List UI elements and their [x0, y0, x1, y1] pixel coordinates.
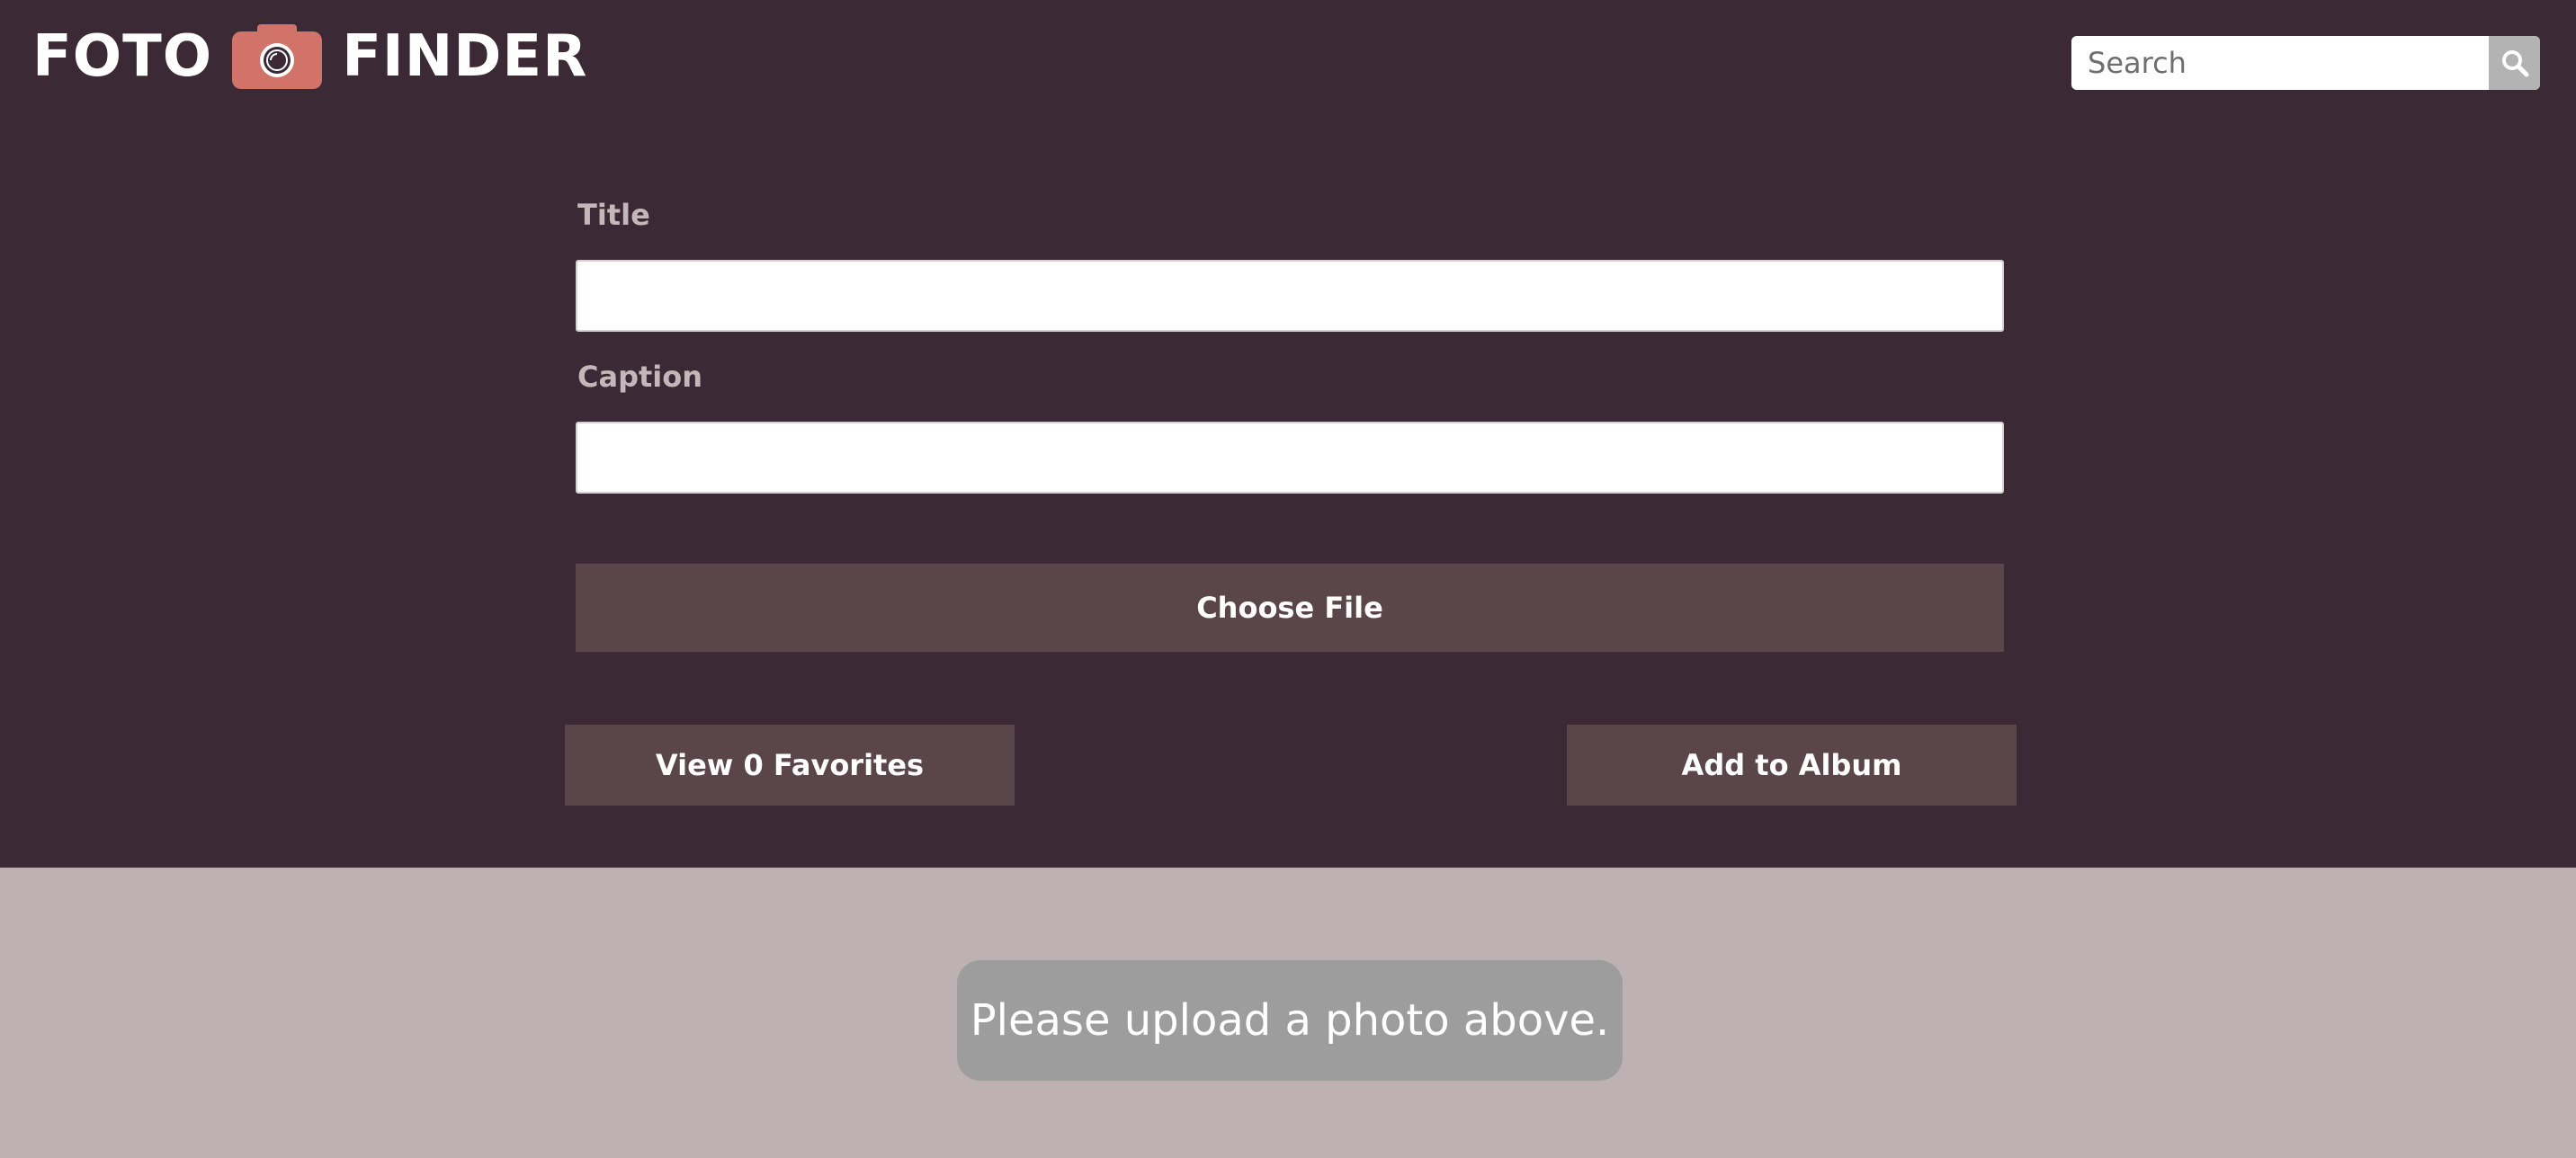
camera-icon — [232, 24, 323, 89]
add-to-album-label: Add to Album — [1681, 748, 1902, 782]
title-field-wrapper — [576, 260, 2004, 332]
logo[interactable]: FOTO FINDER — [32, 20, 587, 94]
search-icon — [2501, 50, 2528, 77]
view-favorites-button[interactable]: View 0 Favorites — [565, 725, 1015, 806]
caption-input[interactable] — [577, 423, 2002, 492]
add-to-album-button[interactable]: Add to Album — [1567, 725, 2017, 806]
choose-file-button[interactable]: Choose File — [576, 564, 2004, 652]
caption-field-wrapper — [576, 422, 2004, 494]
empty-gallery-text: Please upload a photo above. — [970, 995, 1610, 1046]
title-input[interactable] — [577, 262, 2002, 330]
search-bar — [2071, 36, 2540, 90]
search-button[interactable] — [2489, 36, 2540, 90]
view-favorites-label: View 0 Favorites — [655, 748, 925, 782]
logo-text-foto: FOTO — [32, 23, 213, 90]
empty-gallery-message: Please upload a photo above. — [957, 960, 1623, 1081]
top-panel: FOTO FINDER Title Caption — [0, 0, 2576, 868]
logo-text-finder: FINDER — [342, 23, 588, 90]
choose-file-label: Choose File — [1196, 591, 1383, 625]
caption-label: Caption — [577, 360, 703, 394]
title-label: Title — [577, 198, 650, 232]
search-input[interactable] — [2071, 36, 2489, 90]
